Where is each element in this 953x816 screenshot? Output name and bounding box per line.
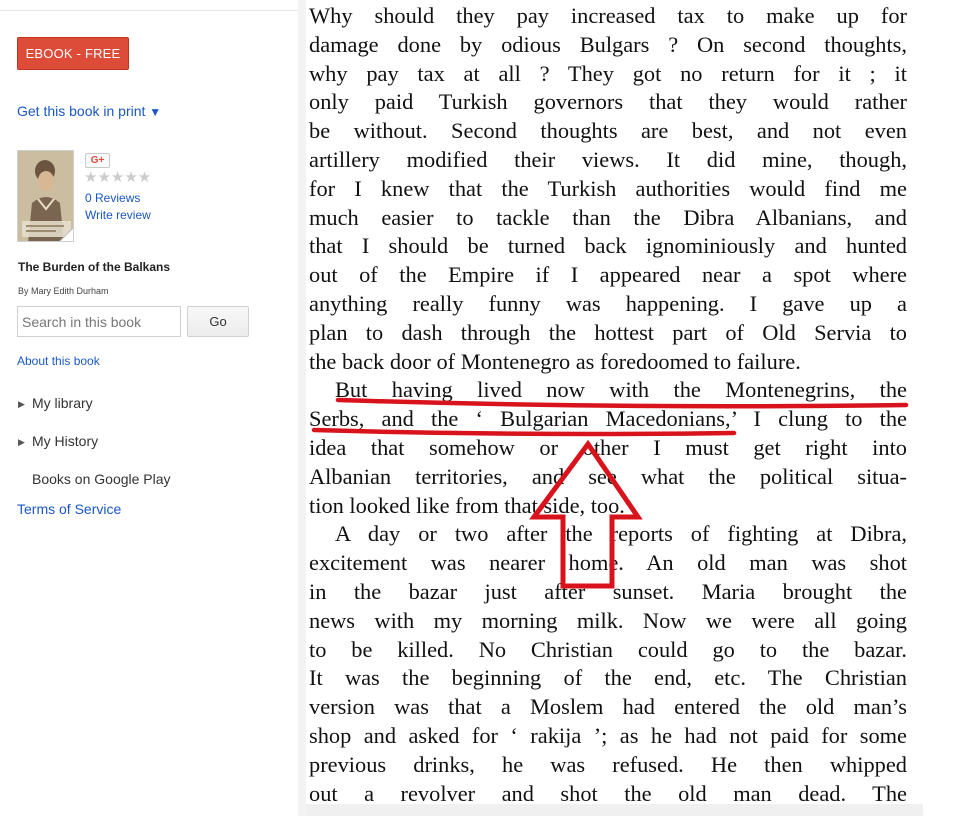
search-go-button[interactable]: Go [187, 306, 249, 337]
text-line: that I should be turned back ignominious… [309, 233, 907, 259]
book-cover-thumbnail[interactable] [17, 150, 74, 242]
text-line: plan to dash through the hottest part of… [309, 319, 907, 345]
text-line: to be killed. No Christian could go to t… [309, 636, 907, 662]
page-text: Why should they pay increased tax to mak… [309, 2, 907, 804]
nav-label: My library [32, 395, 93, 411]
google-plus-button[interactable]: G+ [85, 153, 110, 168]
expand-triangle-icon: ▶ [18, 399, 25, 409]
text-line: It was the beginning of the end, etc. Th… [309, 665, 907, 691]
nav-my-history[interactable]: ▶ My History [18, 433, 98, 449]
search-in-book-input[interactable] [17, 306, 181, 337]
book-author: By Mary Edith Durham [18, 286, 109, 296]
nav-label: Books on Google Play [32, 471, 171, 487]
text-line: Serbs, and the ‘ Bulgarian Macedonians,’… [309, 406, 907, 432]
text-line: in the bazar just after sunset. Maria br… [309, 578, 907, 604]
text-line: much easier to tackle than the Dibra Alb… [309, 204, 907, 230]
text-line: version was that a Moslem had entered th… [309, 694, 907, 720]
nav-books-on-google-play[interactable]: Books on Google Play [18, 471, 171, 487]
book-sidebar: EBOOK - FREE Get this book in print ▼ G+… [0, 0, 298, 816]
terms-of-service-link[interactable]: Terms of Service [17, 501, 121, 517]
text-line: shop and asked for ‘ rakija ’; as he had… [309, 722, 907, 748]
text-line: out of the Empire if I appeared near a s… [309, 262, 907, 288]
text-line: news with my morning milk. Now we were a… [309, 607, 907, 633]
text-line: Albanian territories, and see what the p… [309, 463, 907, 489]
about-this-book-link[interactable]: About this book [17, 354, 100, 368]
text-line: Why should they pay increased tax to mak… [309, 3, 907, 28]
text-line: But having lived now with the Montenegri… [335, 377, 907, 403]
write-review-link[interactable]: Write review [85, 208, 151, 222]
text-line: anything really funny was happening. I g… [309, 290, 907, 316]
rating-stars-icon[interactable]: ★★★★★ [84, 168, 151, 186]
nav-label: My History [32, 433, 99, 449]
ebook-free-button[interactable]: EBOOK - FREE [17, 37, 129, 70]
reviews-count-link[interactable]: 0 Reviews [85, 191, 140, 205]
text-line: previous drinks, he was refused. He then… [309, 751, 907, 777]
text-line: for I knew that the Turkish authorities … [309, 175, 907, 201]
text-line: why pay tax at all ? They got no return … [309, 60, 907, 86]
book-page-scan[interactable]: Why should they pay increased tax to mak… [306, 0, 923, 804]
text-line: the back door of Montenegro as foredoome… [309, 348, 801, 374]
text-line: tion looked like from that side, too. [309, 492, 625, 518]
page-bottom-edge [306, 804, 923, 816]
text-line: excitement was nearer home. An old man w… [309, 550, 907, 576]
dropdown-triangle-icon: ▼ [149, 105, 162, 119]
portrait-cover-image [18, 151, 73, 241]
text-line: idea that somehow or other I must get ri… [309, 434, 907, 460]
text-line: A day or two after the reports of fighti… [335, 521, 907, 547]
right-margin [923, 0, 953, 816]
text-line: only paid Turkish governors that they wo… [309, 89, 907, 115]
print-link-label: Get this book in print [17, 103, 146, 119]
text-line: damage done by odious Bulgars ? On secon… [309, 31, 907, 57]
book-title: The Burden of the Balkans [18, 260, 171, 274]
nav-my-library[interactable]: ▶ My library [18, 395, 93, 411]
text-line: artillery modified their views. It did m… [309, 146, 907, 172]
text-line: be without. Second thoughts are best, an… [309, 118, 907, 144]
expand-triangle-icon: ▶ [18, 437, 25, 447]
text-line: out a revolver and shot the old man dead… [309, 780, 907, 804]
get-book-in-print-link[interactable]: Get this book in print ▼ [17, 103, 161, 119]
page-gutter [298, 0, 306, 816]
